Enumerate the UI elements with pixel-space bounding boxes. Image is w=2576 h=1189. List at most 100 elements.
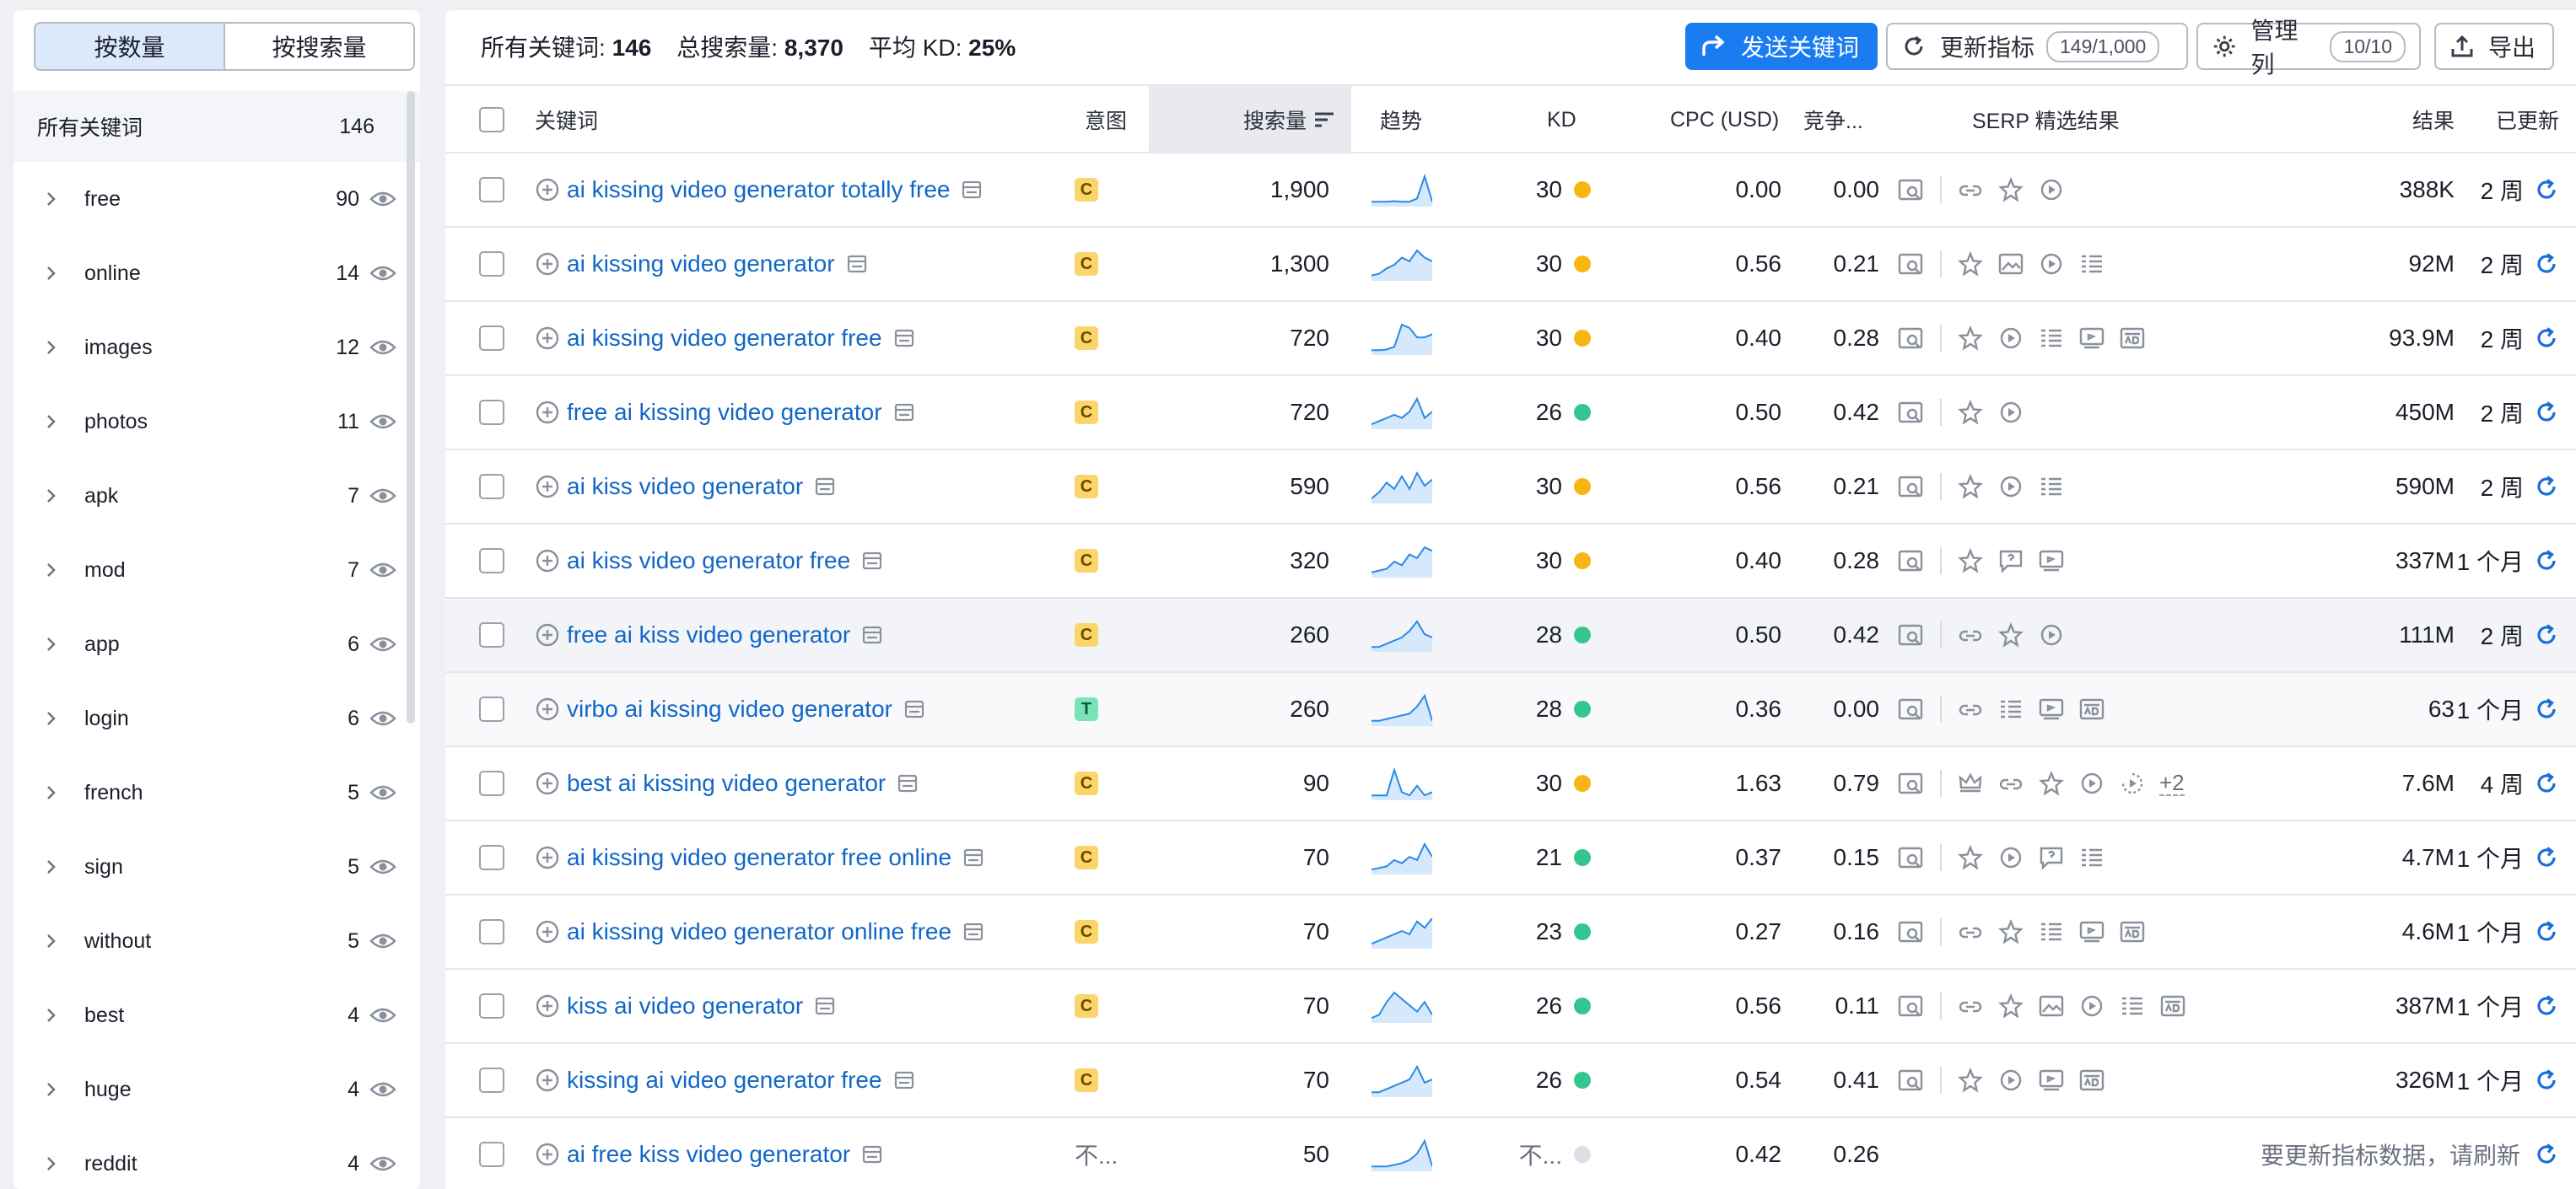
refresh-icon[interactable] [2534,474,2559,499]
faq-icon[interactable] [2038,845,2065,870]
add-keyword-icon[interactable] [535,251,560,277]
search-box-icon[interactable] [1898,993,1925,1019]
list-icon[interactable] [2038,919,2065,944]
group-item[interactable]: free 90 [13,162,407,236]
add-keyword-icon[interactable] [535,622,560,648]
star-icon[interactable] [1997,622,2024,648]
star-icon[interactable] [1957,251,1984,277]
video-icon[interactable] [2078,325,2105,351]
col-volume[interactable]: 搜索量 [1243,86,1335,153]
keyword-link[interactable]: ai kissing video generator online free [567,918,951,945]
star-icon[interactable] [1957,474,1984,499]
list-icon[interactable] [2119,993,2146,1019]
by-quantity-button[interactable]: 按数量 [35,24,225,69]
table-row[interactable]: ai kiss video generator free C 320 30 0.40 0.… [445,525,2576,599]
serp-snapshot-icon[interactable] [894,1071,914,1089]
sidebar-scrollbar[interactable] [407,91,415,724]
search-box-icon[interactable] [1898,622,1925,648]
row-checkbox[interactable] [479,622,504,648]
list-icon[interactable] [2038,325,2065,351]
refresh-icon[interactable] [2534,325,2559,351]
add-keyword-icon[interactable] [535,1142,560,1167]
add-keyword-icon[interactable] [535,845,560,870]
play-icon[interactable] [2038,251,2065,277]
play-icon[interactable] [2038,177,2065,202]
star-icon[interactable] [1957,400,1984,425]
search-box-icon[interactable] [1898,548,1925,573]
col-serp-features[interactable]: SERP 精选结果 [1972,86,2120,153]
video-icon[interactable] [2078,919,2105,944]
export-button[interactable]: 导出 [2434,23,2554,70]
ad-icon[interactable] [2078,697,2105,722]
star-icon[interactable] [1957,1068,1984,1093]
serp-snapshot-icon[interactable] [894,403,914,422]
search-box-icon[interactable] [1898,177,1925,202]
eye-icon[interactable] [369,338,396,357]
serp-snapshot-icon[interactable] [815,477,835,496]
row-checkbox[interactable] [479,1142,504,1167]
eye-icon[interactable] [369,487,396,505]
table-row[interactable]: ai kissing video generator free online C 7… [445,821,2576,896]
group-item[interactable]: reddit 4 [13,1127,407,1189]
keyword-link[interactable]: ai kissing video generator free online [567,844,951,871]
serp-more-link[interactable]: +2 [2159,771,2185,796]
keyword-link[interactable]: free ai kiss video generator [567,621,850,648]
eye-icon[interactable] [369,264,396,282]
row-checkbox[interactable] [479,548,504,573]
eye-icon[interactable] [369,635,396,654]
eye-icon[interactable] [369,932,396,950]
eye-icon[interactable] [369,561,396,579]
serp-snapshot-icon[interactable] [897,774,918,793]
star-icon[interactable] [1997,177,2024,202]
keyword-link[interactable]: ai free kiss video generator [567,1141,850,1168]
table-row[interactable]: ai free kiss video generator 不... 50 不... 0.… [445,1118,2576,1189]
table-row[interactable]: virbo ai kissing video generator T 260 28 0.… [445,673,2576,747]
search-box-icon[interactable] [1898,697,1925,722]
group-item[interactable]: mod 7 [13,533,407,607]
refresh-icon[interactable] [2534,845,2559,870]
group-item[interactable]: best 4 [13,978,407,1052]
table-row[interactable]: ai kissing video generator C 1,300 30 0.56 0.… [445,228,2576,302]
col-cpc[interactable]: CPC (USD) [1670,86,1779,153]
col-keyword[interactable]: 关键词 [535,86,598,153]
keyword-link[interactable]: ai kissing video generator free [567,325,882,352]
row-checkbox[interactable] [479,325,504,351]
add-keyword-icon[interactable] [535,474,560,499]
refresh-icon[interactable] [2534,548,2559,573]
star-icon[interactable] [1997,993,2024,1019]
col-competition[interactable]: 竞争... [1803,86,1863,153]
add-keyword-icon[interactable] [535,993,560,1019]
serp-snapshot-icon[interactable] [904,700,924,718]
table-row[interactable]: free ai kissing video generator C 720 26 0.5… [445,376,2576,450]
play-icon[interactable] [2038,622,2065,648]
add-keyword-icon[interactable] [535,548,560,573]
refresh-icon[interactable] [2534,697,2559,722]
eye-icon[interactable] [369,783,396,802]
star-icon[interactable] [2038,771,2065,796]
link-icon[interactable] [1957,919,1984,944]
link-icon[interactable] [1957,622,1984,648]
group-item[interactable]: app 6 [13,607,407,681]
send-keywords-button[interactable]: 发送关键词 [1685,23,1878,70]
eye-icon[interactable] [369,858,396,876]
faq-icon[interactable] [1997,548,2024,573]
table-row[interactable]: kiss ai video generator C 70 26 0.56 0.11 387M… [445,970,2576,1044]
serp-snapshot-icon[interactable] [962,180,982,199]
table-row[interactable]: kissing ai video generator free C 70 26 0.54… [445,1044,2576,1118]
col-results[interactable]: 结果 [2294,86,2455,153]
group-item[interactable]: images 12 [13,310,407,385]
video-icon[interactable] [2038,1068,2065,1093]
search-box-icon[interactable] [1898,919,1925,944]
group-item[interactable]: online 14 [13,236,407,310]
refresh-icon[interactable] [2534,177,2559,202]
video-icon[interactable] [2038,548,2065,573]
refresh-icon[interactable] [2534,251,2559,277]
ad-icon[interactable] [2119,919,2146,944]
add-keyword-icon[interactable] [535,1068,560,1093]
row-checkbox[interactable] [479,697,504,722]
manage-columns-button[interactable]: 管理列 10/10 [2196,18,2421,78]
eye-icon[interactable] [369,190,396,208]
play-icon[interactable] [2078,993,2105,1019]
search-box-icon[interactable] [1898,325,1925,351]
add-keyword-icon[interactable] [535,919,560,944]
